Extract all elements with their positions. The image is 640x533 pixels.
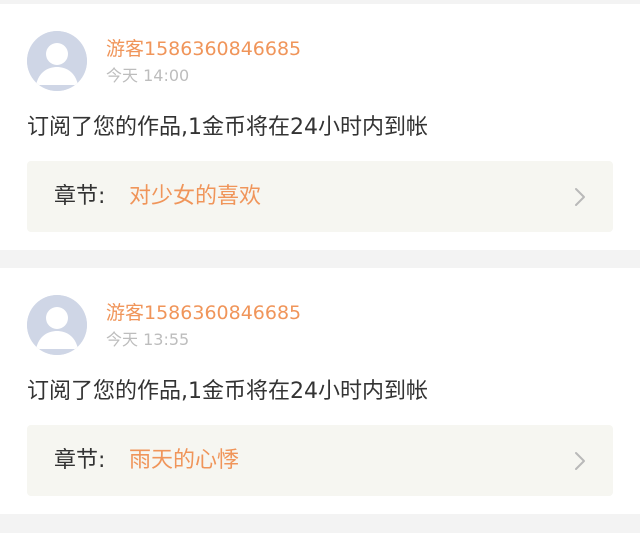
chapter-label: 章节:	[54, 448, 106, 473]
notification-card: 游客1586360846685 今天 13:55 订阅了您的作品,1金币将在24…	[0, 268, 640, 514]
chapter-link[interactable]: 章节: 对少女的喜欢	[27, 161, 613, 232]
chevron-right-icon	[573, 451, 587, 471]
chapter-link[interactable]: 章节: 雨天的心悸	[27, 425, 613, 496]
user-avatar-icon[interactable]	[27, 31, 87, 91]
username[interactable]: 游客1586360846685	[106, 37, 301, 61]
notification-message: 订阅了您的作品,1金币将在24小时内到帐	[27, 379, 428, 404]
chapter-title: 对少女的喜欢	[129, 184, 262, 209]
chevron-right-icon	[573, 187, 587, 207]
user-avatar-icon[interactable]	[27, 295, 87, 355]
notification-message: 订阅了您的作品,1金币将在24小时内到帐	[27, 115, 428, 140]
notification-card: 游客1586360846685 今天 14:00 订阅了您的作品,1金币将在24…	[0, 4, 640, 250]
chapter-title: 雨天的心悸	[129, 448, 240, 473]
chapter-label: 章节:	[54, 184, 106, 209]
timestamp: 今天 14:00	[106, 66, 190, 85]
notification-feed: 游客1586360846685 今天 14:00 订阅了您的作品,1金币将在24…	[0, 0, 640, 533]
username[interactable]: 游客1586360846685	[106, 301, 301, 325]
timestamp: 今天 13:55	[106, 330, 190, 349]
